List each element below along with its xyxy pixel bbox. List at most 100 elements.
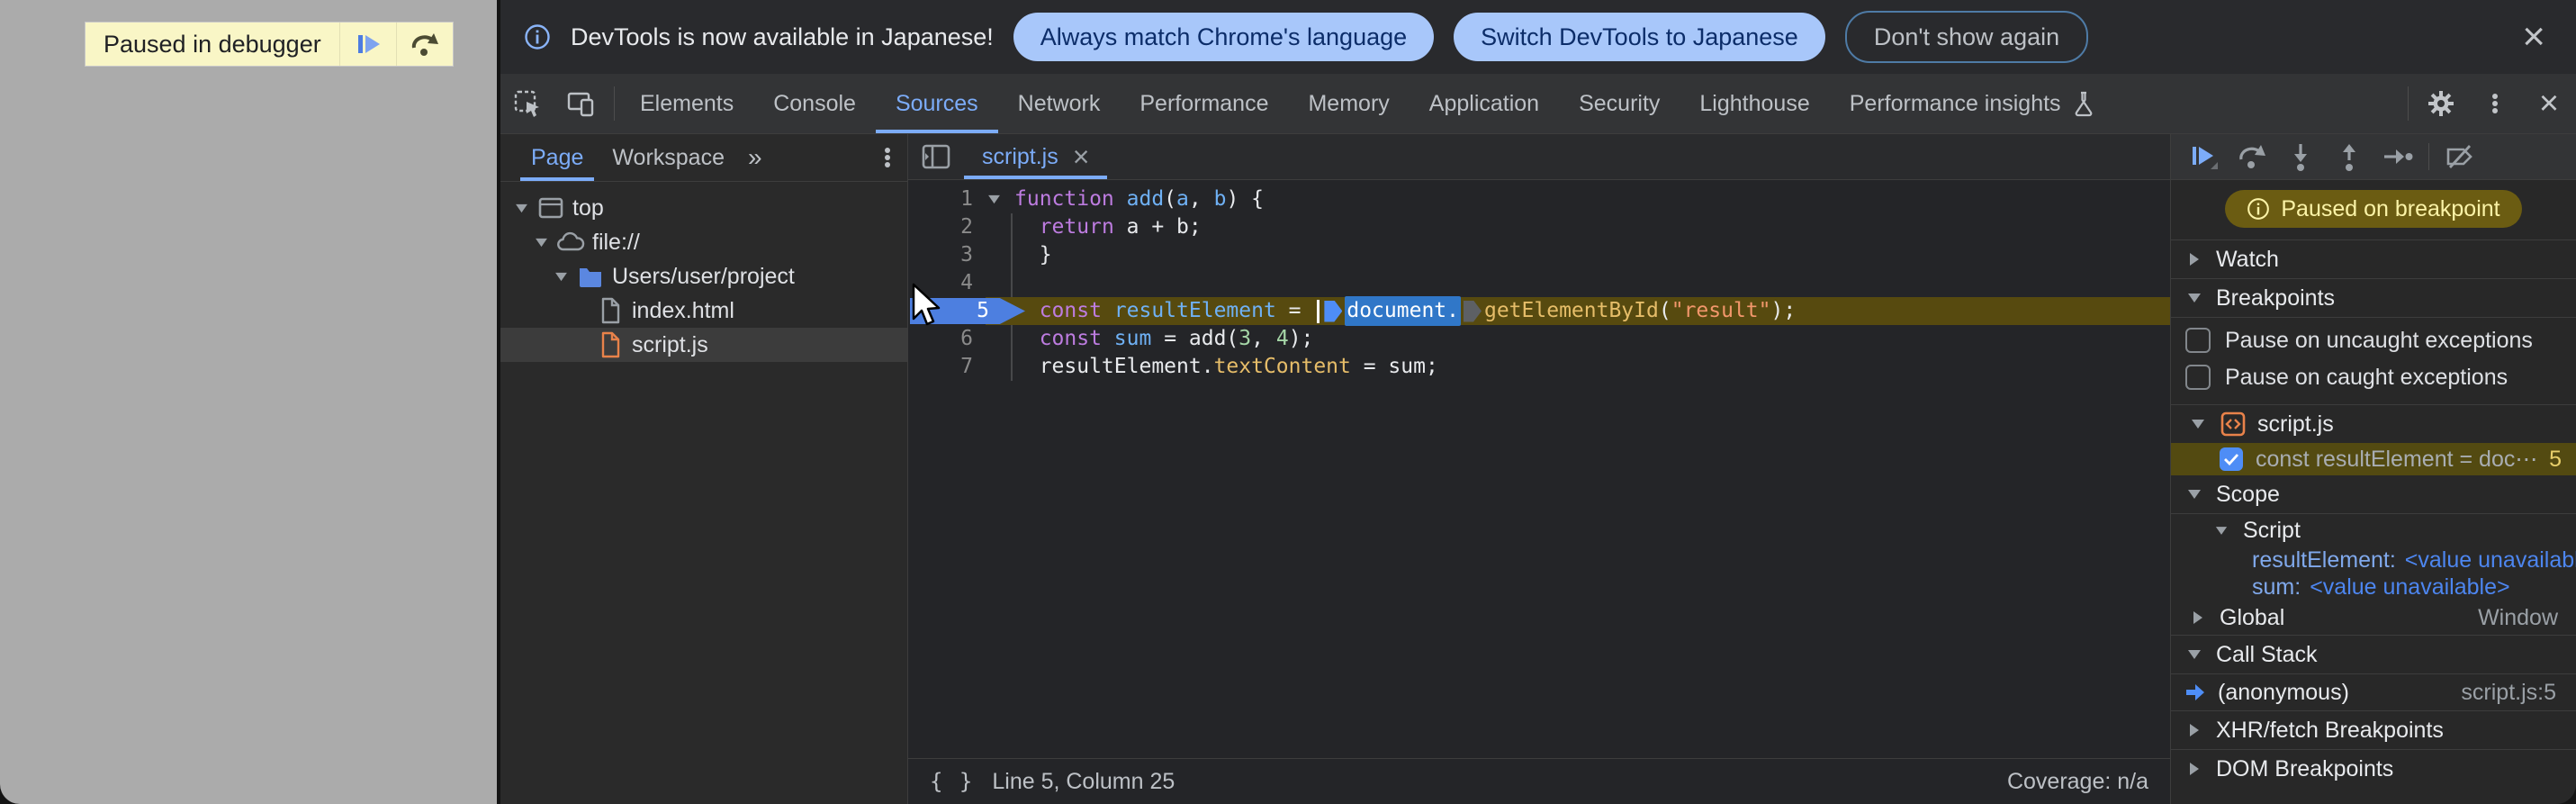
editor-tab-close-icon[interactable]: × — [1073, 142, 1090, 171]
tab-elements[interactable]: Elements — [620, 74, 753, 133]
chevron-down-icon — [2187, 419, 2209, 429]
code-line-3[interactable]: 3 } — [908, 241, 2170, 269]
step-into-button[interactable] — [2279, 137, 2322, 176]
editor-tab-script-js[interactable]: script.js × — [964, 134, 1107, 179]
code-line-content[interactable]: } — [1014, 241, 1052, 269]
pause-uncaught-exceptions-row[interactable]: Pause on uncaught exceptions — [2171, 323, 2576, 357]
tab-label: Network — [1017, 90, 1101, 116]
paused-message: Paused on breakpoint — [2281, 195, 2500, 221]
code-line-content[interactable]: const sum = add(3, 4); — [1014, 325, 1314, 353]
breakpoints-section-header[interactable]: Breakpoints — [2171, 279, 2576, 318]
devtools-close-button[interactable]: × — [2522, 74, 2576, 133]
tab-label: Lighthouse — [1699, 90, 1810, 116]
code-line-content[interactable]: const resultElement = document. getElemen… — [1014, 296, 1796, 326]
tree-item-users-user-project[interactable]: Users/user/project — [500, 259, 907, 294]
line-number-gutter[interactable]: 7 — [908, 353, 973, 381]
device-toolbar-button[interactable] — [554, 74, 608, 133]
token-pln: , — [1188, 187, 1214, 211]
line-number-gutter[interactable]: 2 — [908, 213, 973, 241]
watch-section-header[interactable]: Watch — [2171, 239, 2576, 279]
navigator-tab-workspace[interactable]: Workspace — [601, 134, 735, 181]
pretty-print-icon[interactable]: { } — [930, 769, 974, 794]
deactivate-breakpoints-button[interactable] — [2438, 137, 2481, 176]
step-button[interactable] — [2376, 137, 2419, 176]
pause-caught-exceptions-row[interactable]: Pause on caught exceptions — [2171, 357, 2576, 405]
scope-variable-resultelement[interactable]: resultElement: <value unavailable> — [2171, 547, 2576, 574]
callstack-section-header[interactable]: Call Stack — [2171, 636, 2576, 674]
overlay-step-over-button[interactable] — [395, 23, 453, 66]
code-line-2[interactable]: 2 return a + b; — [908, 213, 2170, 241]
infobar-close-button[interactable]: × — [2515, 17, 2553, 57]
code-line-4[interactable]: 4 — [908, 269, 2170, 297]
breakpoint-group-script-js[interactable]: script.js — [2171, 405, 2576, 443]
tab-application[interactable]: Application — [1410, 74, 1559, 133]
tree-chevron-down-icon[interactable] — [529, 238, 553, 248]
xhr-breakpoints-section-header[interactable]: XHR/fetch Breakpoints — [2171, 710, 2576, 750]
scope-variable-sum[interactable]: sum: <value unavailable> — [2171, 574, 2576, 601]
code-editor[interactable]: 1 function add(a, b) {2 return a + b; 3 } 4… — [908, 180, 2170, 758]
code-line-1[interactable]: 1 function add(a, b) { — [908, 185, 2170, 213]
pause-caught-checkbox[interactable] — [2185, 365, 2211, 390]
always-match-chrome-s-language-button[interactable]: Always match Chrome's language — [1013, 13, 1435, 61]
code-line-6[interactable]: 6 const sum = add(3, 4); — [908, 325, 2170, 353]
overlay-resume-button[interactable] — [338, 23, 396, 66]
step-over-button[interactable] — [2230, 137, 2274, 176]
tab-network[interactable]: Network — [998, 74, 1121, 133]
tab-console[interactable]: Console — [753, 74, 876, 133]
inspect-element-button[interactable] — [500, 74, 554, 133]
code-line-content[interactable]: resultElement. textContent = sum; — [1014, 353, 1438, 381]
token-pln: ( — [1164, 187, 1177, 211]
tab-performance-insights[interactable]: Performance insights — [1830, 74, 2115, 133]
scope-section-header[interactable]: Scope — [2171, 475, 2576, 514]
token-pln: = add( — [1151, 327, 1239, 350]
scope-variables: resultElement:<value unavailable>sum:<va… — [2171, 547, 2576, 601]
continue-to-location-marker[interactable] — [1463, 300, 1482, 322]
settings-button[interactable] — [2414, 74, 2468, 133]
tab-performance[interactable]: Performance — [1120, 74, 1288, 133]
navigator-more-options-button[interactable] — [868, 134, 907, 181]
tree-chevron-down-icon[interactable] — [549, 272, 572, 282]
code-line-content[interactable]: function add(a, b) { — [1014, 185, 1264, 213]
tree-item-file[interactable]: file:// — [500, 225, 907, 259]
scope-global-row[interactable]: Global Window — [2171, 601, 2576, 636]
code-line-5[interactable]: 5 const resultElement = document. getElem… — [908, 296, 2170, 326]
more-options-button[interactable] — [2468, 74, 2522, 133]
tree-item-script-js[interactable]: script.js — [500, 328, 907, 362]
fold-chevron-down-icon[interactable] — [973, 194, 1014, 204]
scope-global-value: Window — [2478, 604, 2558, 630]
pause-uncaught-checkbox[interactable] — [2185, 328, 2211, 353]
tab-sources[interactable]: Sources — [876, 74, 998, 133]
more-tabs-button[interactable]: » — [743, 134, 768, 181]
breakpoint-checkbox[interactable] — [2220, 447, 2243, 471]
dont-show-again-button[interactable]: Don't show again — [1844, 11, 2089, 63]
code-line-content[interactable]: return a + b; — [1014, 213, 1202, 241]
line-number-gutter[interactable]: 3 — [908, 241, 973, 269]
token-def: sum — [1113, 327, 1152, 350]
callstack-frame[interactable]: (anonymous) script.js:5 — [2171, 674, 2576, 710]
switch-devtools-to-japanese-button[interactable]: Switch DevTools to Japanese — [1454, 13, 1825, 61]
pause-caught-label: Pause on caught exceptions — [2225, 364, 2508, 390]
breakpoint-entry[interactable]: const resultElement = doc⋯ 5 — [2171, 443, 2576, 475]
scope-script-label: Script — [2243, 517, 2301, 543]
navigator-tab-page[interactable]: Page — [520, 134, 594, 181]
step-out-button[interactable] — [2328, 137, 2371, 176]
dom-breakpoints-section-header[interactable]: DOM Breakpoints — [2171, 750, 2576, 788]
tree-item-index-html[interactable]: index.html — [500, 294, 907, 328]
breakpoints-label: Breakpoints — [2216, 285, 2336, 311]
tab-lighthouse[interactable]: Lighthouse — [1680, 74, 1829, 133]
tree-item-top[interactable]: top — [500, 191, 907, 225]
continue-to-location-marker[interactable] — [1324, 300, 1343, 322]
resume-button[interactable] — [2182, 137, 2225, 176]
source-editor: script.js × 1 function add(a, b) {2 retur… — [908, 134, 2170, 804]
line-number-gutter[interactable]: 1 — [908, 185, 973, 213]
pause-uncaught-label: Pause on uncaught exceptions — [2225, 327, 2533, 353]
code-line-7[interactable]: 7 resultElement. textContent = sum; — [908, 353, 2170, 381]
tab-security[interactable]: Security — [1559, 74, 1680, 133]
scope-script-header[interactable]: Script — [2171, 514, 2576, 547]
token-num: 3 — [1238, 327, 1252, 350]
panel-toggle-icon — [922, 143, 950, 170]
breakpoint-line-number: 5 — [2549, 446, 2562, 472]
tab-memory[interactable]: Memory — [1288, 74, 1409, 133]
tree-chevron-down-icon[interactable] — [509, 203, 533, 213]
toggle-navigator-button[interactable] — [908, 134, 964, 179]
